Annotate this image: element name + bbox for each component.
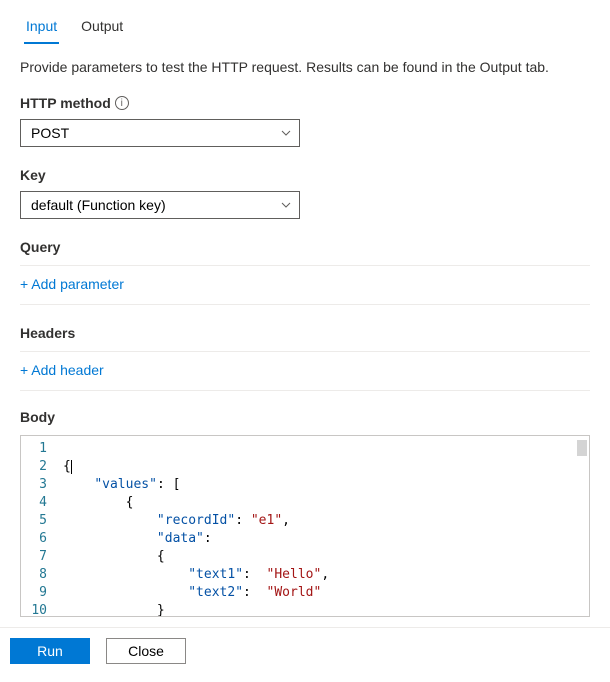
code-token: {	[157, 549, 165, 564]
line-number: 2	[29, 458, 47, 476]
code-token: "World"	[267, 585, 322, 600]
code-token: "recordId"	[157, 513, 235, 528]
text-cursor	[71, 460, 72, 474]
query-section: Query	[0, 219, 610, 255]
code-token: :	[243, 585, 266, 600]
code-token: "data"	[157, 531, 204, 546]
code-token: "e1"	[251, 513, 282, 528]
body-section: Body 1 2 3 4 5 6 7 8 9 10 { "values": [ …	[0, 391, 610, 617]
tab-bar: Input Output	[0, 0, 610, 45]
key-field: Key	[0, 147, 610, 219]
info-icon[interactable]: i	[115, 96, 129, 110]
line-number: 1	[29, 440, 47, 458]
code-token: :	[243, 567, 266, 582]
line-gutter: 1 2 3 4 5 6 7 8 9 10	[21, 436, 57, 616]
code-token: :	[235, 513, 251, 528]
key-select-value[interactable]	[20, 191, 300, 219]
code-token: "Hello"	[267, 567, 322, 582]
http-method-select[interactable]	[20, 119, 300, 147]
code-token: "text1"	[188, 567, 243, 582]
code-token: :	[204, 531, 212, 546]
tab-input[interactable]: Input	[24, 12, 59, 44]
http-method-label: HTTP method i	[20, 95, 590, 111]
headers-section: Headers	[0, 305, 610, 341]
http-method-field: HTTP method i	[0, 75, 610, 147]
key-select[interactable]	[20, 191, 300, 219]
body-label: Body	[20, 409, 590, 425]
http-method-select-value[interactable]	[20, 119, 300, 147]
code-token: ,	[321, 567, 329, 582]
headers-label: Headers	[20, 325, 590, 341]
line-number: 8	[29, 566, 47, 584]
description-text: Provide parameters to test the HTTP requ…	[0, 45, 610, 75]
line-number: 6	[29, 530, 47, 548]
code-token: "text2"	[188, 585, 243, 600]
line-number: 7	[29, 548, 47, 566]
code-token: }	[157, 603, 165, 617]
close-button[interactable]: Close	[106, 638, 186, 664]
body-editor[interactable]: 1 2 3 4 5 6 7 8 9 10 { "values": [ { "re…	[20, 435, 590, 617]
key-label: Key	[20, 167, 590, 183]
code-token: {	[63, 459, 71, 474]
code-token: : [	[157, 477, 180, 492]
tab-output[interactable]: Output	[79, 12, 125, 44]
code-content[interactable]: { "values": [ { "recordId": "e1", "data"…	[57, 436, 589, 616]
code-token: ,	[282, 513, 290, 528]
code-token: {	[126, 495, 134, 510]
line-number: 4	[29, 494, 47, 512]
query-label: Query	[20, 239, 590, 255]
line-number: 10	[29, 602, 47, 617]
run-button[interactable]: Run	[10, 638, 90, 664]
code-token: "values"	[94, 477, 157, 492]
footer-bar: Run Close	[0, 627, 610, 674]
line-number: 5	[29, 512, 47, 530]
line-number: 9	[29, 584, 47, 602]
scrollbar-thumb[interactable]	[577, 440, 587, 456]
http-method-label-text: HTTP method	[20, 95, 111, 111]
add-parameter-link[interactable]: + Add parameter	[0, 266, 144, 292]
add-header-link[interactable]: + Add header	[0, 352, 124, 378]
line-number: 3	[29, 476, 47, 494]
